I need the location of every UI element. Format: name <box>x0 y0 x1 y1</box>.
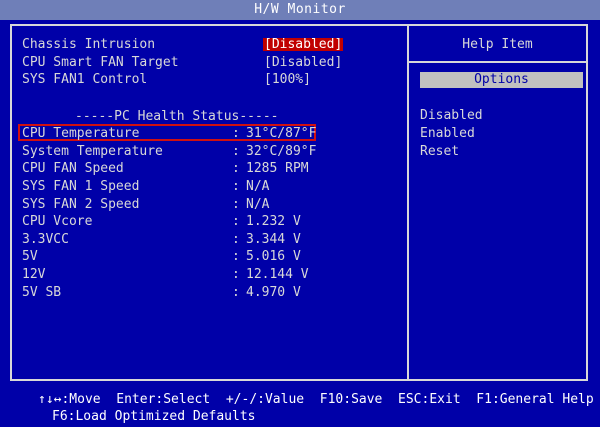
health-colon: : <box>232 267 240 282</box>
options-label: Options <box>474 72 529 87</box>
health-label: 5V SB <box>22 285 62 300</box>
health-label: CPU Temperature <box>22 126 140 141</box>
window-title: H/W Monitor <box>254 2 346 17</box>
setting-value-selected[interactable]: [Disabled] <box>263 38 344 51</box>
setting-value[interactable]: [100%] <box>264 73 311 86</box>
setting-value[interactable]: [Disabled] <box>264 56 342 69</box>
help-item-title: Help Item <box>462 37 533 52</box>
health-row-system-temperature: System Temperature : 32°C/89°F <box>22 145 322 161</box>
health-value: 32°C/89°F <box>246 144 317 159</box>
health-value: 5.016 V <box>246 249 301 264</box>
option-disabled[interactable]: Disabled <box>420 109 483 122</box>
health-label: CPU FAN Speed <box>22 161 124 176</box>
health-row-cpu-vcore: CPU Vcore : 1.232 V <box>22 215 322 231</box>
health-value: N/A <box>246 197 270 212</box>
health-colon: : <box>232 126 240 141</box>
health-row-sys-fan-2-speed: SYS FAN 2 Speed : N/A <box>22 198 322 214</box>
option-enabled[interactable]: Enabled <box>420 127 475 140</box>
health-row-12v: 12V : 12.144 V <box>22 268 322 284</box>
health-row-cpu-temperature: CPU Temperature : 31°C/87°F <box>22 127 322 143</box>
health-value: 3.344 V <box>246 232 301 247</box>
health-value: 12.144 V <box>246 267 309 282</box>
health-label: 5V <box>22 249 38 264</box>
health-row-5v-sb: 5V SB : 4.970 V <box>22 286 322 302</box>
setting-cpu-smart-fan-target[interactable]: CPU Smart FAN Target [Disabled] <box>22 56 352 72</box>
health-label: CPU Vcore <box>22 214 93 229</box>
setting-chassis-intrusion[interactable]: Chassis Intrusion [Disabled] <box>22 38 352 54</box>
setting-label: SYS FAN1 Control <box>22 72 148 87</box>
setting-sys-fan1-control[interactable]: SYS FAN1 Control [100%] <box>22 73 352 89</box>
health-colon: : <box>232 161 240 176</box>
panel-divider <box>407 24 409 381</box>
health-row-3-3vcc: 3.3VCC : 3.344 V <box>22 233 322 249</box>
health-colon: : <box>232 232 240 247</box>
health-label: SYS FAN 2 Speed <box>22 197 140 212</box>
setting-label: Chassis Intrusion <box>22 37 156 52</box>
health-label: 3.3VCC <box>22 232 69 247</box>
health-colon: : <box>232 144 240 159</box>
health-row-5v: 5V : 5.016 V <box>22 250 322 266</box>
health-label: 12V <box>22 267 46 282</box>
health-value: 31°C/87°F <box>246 126 317 141</box>
health-value: N/A <box>246 179 270 194</box>
health-colon: : <box>232 197 240 212</box>
health-section-title: -----PC Health Status----- <box>75 109 279 124</box>
health-value: 1285 RPM <box>246 161 309 176</box>
health-label: SYS FAN 1 Speed <box>22 179 140 194</box>
option-reset[interactable]: Reset <box>420 145 459 158</box>
footer-load-defaults: F6:Load Optimized Defaults <box>52 409 256 424</box>
help-divider <box>409 61 586 63</box>
health-colon: : <box>232 285 240 300</box>
health-label: System Temperature <box>22 144 163 159</box>
footer-key-hints: ↑↓↔:Move Enter:Select +/-/:Value F10:Sav… <box>38 392 594 407</box>
health-row-sys-fan-1-speed: SYS FAN 1 Speed : N/A <box>22 180 322 196</box>
health-colon: : <box>232 179 240 194</box>
health-value: 1.232 V <box>246 214 301 229</box>
health-value: 4.970 V <box>246 285 301 300</box>
health-row-cpu-fan-speed: CPU FAN Speed : 1285 RPM <box>22 162 322 178</box>
health-colon: : <box>232 214 240 229</box>
setting-label: CPU Smart FAN Target <box>22 55 179 70</box>
health-colon: : <box>232 249 240 264</box>
